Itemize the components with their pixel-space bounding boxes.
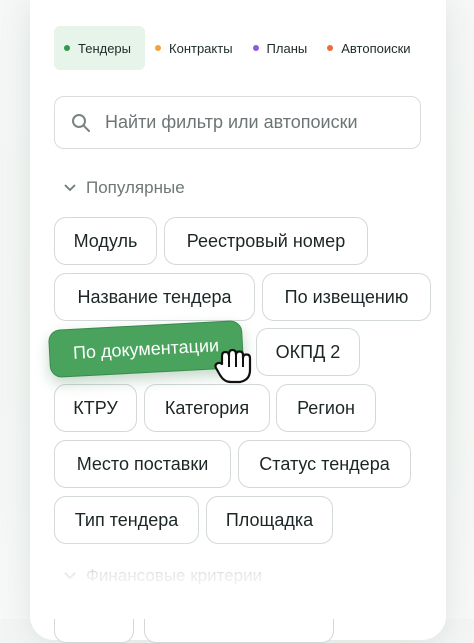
filter-chip-tender-name[interactable]: Название тендера <box>54 273 255 321</box>
tab-label: Контракты <box>169 40 233 56</box>
section-popular-toggle[interactable]: Популярные <box>64 178 185 198</box>
tab-label: Автопоиски <box>341 40 411 56</box>
filter-chip-partial[interactable] <box>144 603 334 643</box>
filter-chip-ktru[interactable]: КТРУ <box>54 384 137 432</box>
search-input[interactable] <box>105 112 395 133</box>
filter-chip-region[interactable]: Регион <box>276 384 376 432</box>
filter-chip-category[interactable]: Категория <box>144 384 270 432</box>
tab-dot-icon <box>327 45 334 51</box>
filter-chip-registry-number[interactable]: Реестровый номер <box>164 217 368 265</box>
tab-label: Планы <box>266 40 308 56</box>
tab-autosearch[interactable]: Автопоиски <box>317 26 420 70</box>
chevron-down-icon <box>64 184 76 192</box>
chevron-down-icon <box>64 572 76 580</box>
tab-dot-icon <box>252 45 259 51</box>
tab-dot-icon <box>64 45 70 51</box>
section-title: Популярные <box>86 178 185 197</box>
grab-hand-icon <box>214 348 252 384</box>
tab-bar: Тендеры Контракты Планы Автопоиски <box>54 26 434 70</box>
search-icon <box>72 113 90 132</box>
section-title: Финансовые критерии <box>86 566 263 585</box>
filter-chip-tender-type[interactable]: Тип тендера <box>54 496 199 544</box>
filter-chip-platform[interactable]: Площадка <box>206 496 333 544</box>
filter-chip-delivery-place[interactable]: Место поставки <box>54 440 231 488</box>
filter-chip-partial[interactable] <box>54 603 134 643</box>
filter-chip-module[interactable]: Модуль <box>54 217 157 265</box>
tab-tenders[interactable]: Тендеры <box>54 26 146 70</box>
filter-chip-by-notice[interactable]: По извещению <box>262 273 431 321</box>
section-financial-toggle[interactable]: Финансовые критерии <box>64 566 262 586</box>
filter-search-box[interactable] <box>54 96 421 149</box>
filter-chip-tender-status[interactable]: Статус тендера <box>238 440 411 488</box>
tab-plans[interactable]: Планы <box>243 26 318 70</box>
filter-chip-okpd2[interactable]: ОКПД 2 <box>256 328 360 376</box>
tab-label: Тендеры <box>78 40 132 56</box>
tab-dot-icon <box>155 45 162 51</box>
tab-contracts[interactable]: Контракты <box>145 26 243 70</box>
